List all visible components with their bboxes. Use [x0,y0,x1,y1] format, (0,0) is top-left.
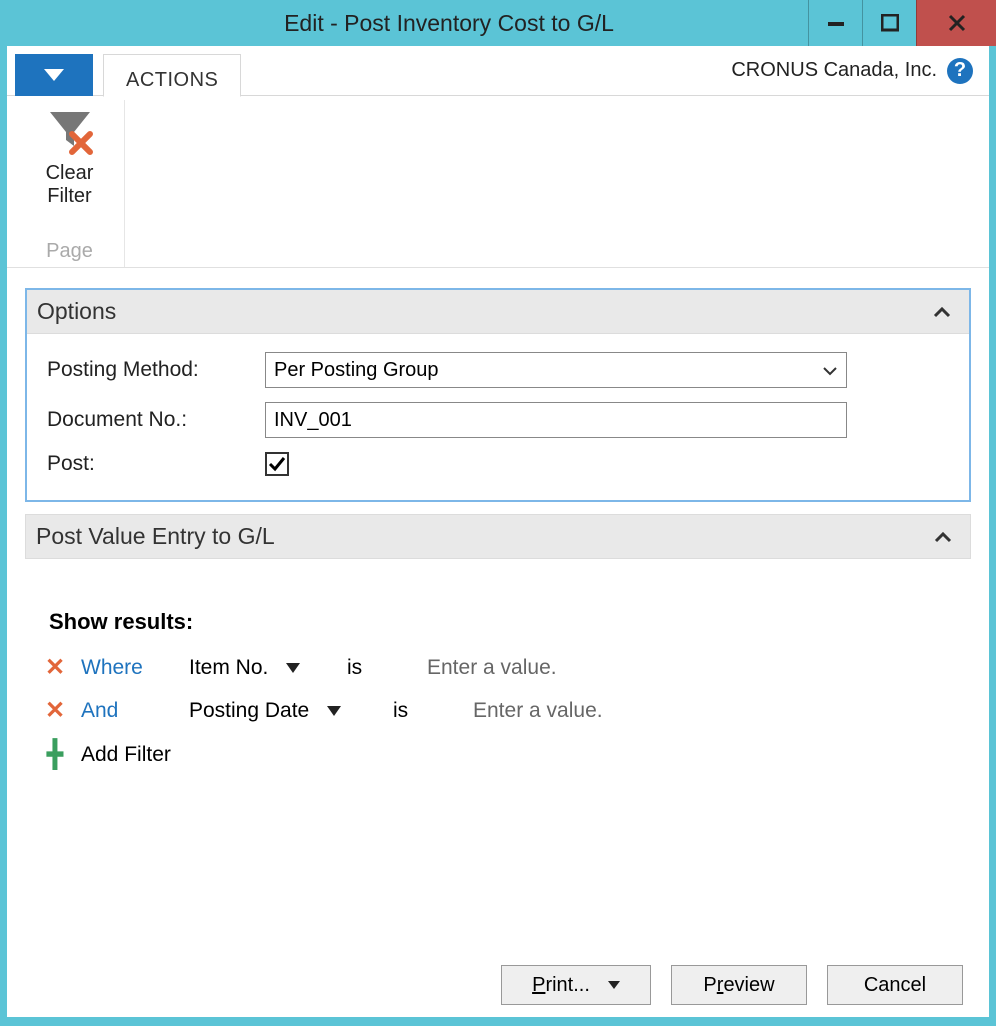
ribbon-group-label: Page [46,240,93,265]
preview-button[interactable]: Preview [671,965,807,1005]
filter-row: ✕ Where Item No. is Enter a value. [33,653,963,682]
window-title: Edit - Post Inventory Cost to G/L [0,0,808,46]
post-label: Post: [47,452,265,476]
caret-down-icon [608,981,620,989]
chevron-down-icon [822,359,838,382]
titlebar: Edit - Post Inventory Cost to G/L [0,0,996,46]
remove-filter-icon[interactable]: ✕ [43,653,67,682]
funnel-x-icon [44,106,96,158]
caret-down-icon [286,663,300,673]
minimize-button[interactable] [808,0,862,46]
window-controls [808,0,996,46]
chevron-up-icon [934,523,952,550]
ribbon-tab-strip: ACTIONS CRONUS Canada, Inc. ? [7,46,989,96]
section-options: Options Posting Method: Per Posting Grou… [25,288,971,502]
chevron-up-icon [933,298,951,325]
filter-value-input[interactable]: Enter a value. [473,699,603,723]
print-button[interactable]: Print... [501,965,651,1005]
dialog-footer: Print... Preview Cancel [25,955,971,1007]
filter-keyword-where[interactable]: Where [81,656,151,680]
posting-method-label: Posting Method: [47,358,265,382]
app-menu-button[interactable] [15,54,93,96]
section-post-value-header[interactable]: Post Value Entry to G/L [25,514,971,559]
show-results-label: Show results: [33,609,963,635]
caret-down-icon [327,706,341,716]
filter-is: is [393,699,429,723]
help-icon[interactable]: ? [947,58,973,84]
maximize-button[interactable] [862,0,916,46]
filter-field-dropdown[interactable]: Item No. [189,656,333,680]
close-button[interactable] [916,0,996,46]
filter-value-input[interactable]: Enter a value. [427,656,557,680]
filter-row: ✕ And Posting Date is Enter a value. [33,696,963,725]
remove-filter-icon[interactable]: ✕ [43,696,67,725]
document-no-label: Document No.: [47,408,265,432]
ribbon-body: ClearFilter Page [7,96,989,268]
ribbon-group-page: ClearFilter Page [15,100,125,267]
document-no-input[interactable] [265,402,847,438]
clear-filter-button[interactable] [42,104,98,160]
tab-actions[interactable]: ACTIONS [103,54,241,97]
plus-icon: ╋ [43,739,67,770]
filter-is: is [347,656,383,680]
cancel-button[interactable]: Cancel [827,965,963,1005]
post-checkbox[interactable] [265,452,289,476]
filter-keyword-and[interactable]: And [81,699,151,723]
filter-field-dropdown[interactable]: Posting Date [189,699,379,723]
clear-filter-label: ClearFilter [46,162,94,208]
posting-method-select[interactable]: Per Posting Group [265,352,847,388]
add-filter-button[interactable]: ╋ Add Filter [33,739,963,770]
section-options-header[interactable]: Options [27,290,969,334]
section-post-value-entry: Post Value Entry to G/L Show results: ✕ … [25,514,971,794]
company-name: CRONUS Canada, Inc. [731,59,937,82]
